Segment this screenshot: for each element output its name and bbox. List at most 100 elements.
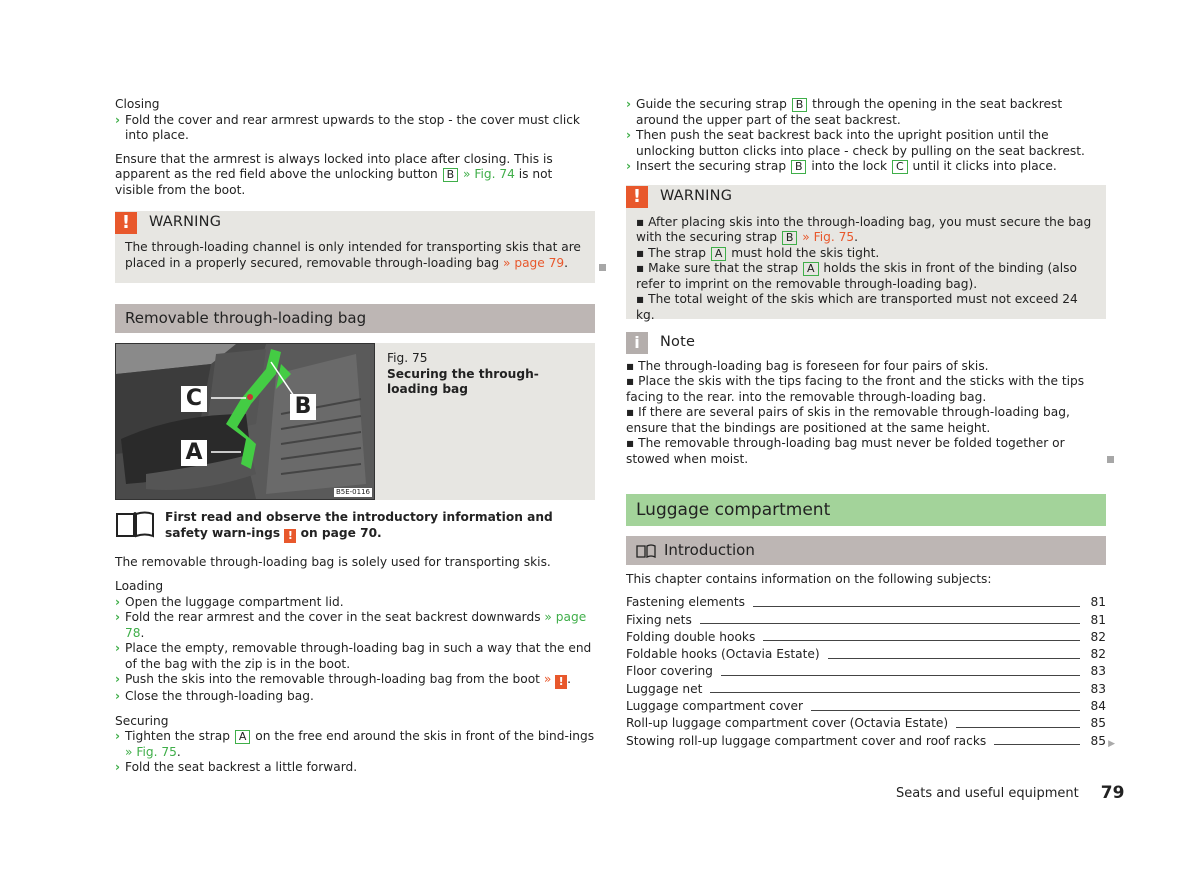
toc-page[interactable]: 84	[1088, 699, 1106, 715]
toc-title[interactable]: Folding double hooks	[626, 630, 755, 646]
toc-title[interactable]: Foldable hooks (Octavia Estate)	[626, 647, 820, 663]
section-title: Removable through-loading bag	[115, 304, 595, 333]
arrow-icon: ›	[115, 112, 121, 127]
toc-list: Fastening elements 81 Fixing nets 81 Folding…	[626, 594, 1106, 750]
toc-row[interactable]: Fixing nets 81	[626, 611, 1106, 628]
note-box: i Note ▪ The through-loading bag is fore…	[626, 331, 1114, 468]
toc-leader	[699, 623, 1080, 625]
loading-step: › Open the luggage compartment lid.	[115, 594, 344, 609]
intro-title: Introduction	[664, 541, 755, 559]
note-item: ▪ The through-loading bag is foreseen fo…	[626, 358, 989, 373]
loading-step: › Push the skis into the removable throug…	[115, 672, 572, 689]
closing-heading: Closing	[115, 97, 160, 111]
key-label: B	[442, 168, 459, 182]
key-label: B	[791, 98, 808, 112]
toc-row[interactable]: Stowing roll-up luggage compartment cove…	[626, 732, 1106, 749]
warning-icon: !	[626, 185, 648, 208]
toc-row[interactable]: Folding double hooks 82	[626, 628, 1106, 645]
figure-number: Fig. 75	[387, 351, 428, 365]
toc-row[interactable]: Luggage net 83	[626, 680, 1106, 697]
page-link[interactable]: » page 79	[503, 256, 564, 270]
loading-heading: Loading	[115, 579, 164, 593]
toc-title[interactable]: Stowing roll-up luggage compartment cove…	[626, 734, 986, 750]
toc-page[interactable]: 83	[1088, 664, 1106, 680]
warning-item: ▪ Make sure that the strap A holds the s…	[636, 261, 1077, 291]
toc-page[interactable]: 82	[1088, 630, 1106, 646]
figure-caption-box: Fig. 75 Securing the through-loading bag	[375, 343, 595, 500]
warning-icon: !	[115, 212, 137, 234]
toc-page[interactable]: 85	[1088, 716, 1106, 732]
continue-arrow-icon: ▶	[1108, 739, 1115, 749]
toc-leader	[763, 640, 1080, 642]
warning-icon: !	[284, 528, 297, 543]
page-footer: Seats and useful equipment 79	[896, 783, 1125, 803]
closing-step: › Fold the cover and rear armrest upward…	[115, 112, 580, 143]
warning-item: ▪ After placing skis into the through-lo…	[636, 214, 1092, 245]
toc-row[interactable]: Foldable hooks (Octavia Estate) 82	[626, 645, 1106, 662]
end-marker-icon	[599, 264, 606, 271]
warning-title: WARNING	[660, 187, 733, 204]
info-icon: i	[626, 331, 648, 354]
seat-illustration	[116, 344, 374, 499]
toc-page[interactable]: 85	[1088, 734, 1106, 750]
figure-label-a: A	[181, 440, 207, 466]
key-label: B	[790, 160, 807, 174]
toc-page[interactable]: 81	[1088, 613, 1106, 629]
securing-step: › Guide the securing strap B through the …	[626, 97, 1063, 127]
toc-title[interactable]: Fastening elements	[626, 595, 745, 611]
note-item: ▪ The removable through-loading bag must…	[626, 436, 1065, 466]
toc-title[interactable]: Luggage net	[626, 682, 702, 698]
toc-title[interactable]: Luggage compartment cover	[626, 699, 803, 715]
toc-row[interactable]: Fastening elements 81	[626, 594, 1106, 611]
toc-title[interactable]: Floor covering	[626, 664, 713, 680]
fig-link[interactable]: » Fig. 74	[463, 167, 515, 181]
note-item: ▪ If there are several pairs of skis in …	[626, 405, 1070, 435]
securing-step: › Fold the seat backrest a little forward…	[115, 760, 358, 774]
book-icon	[636, 543, 656, 558]
closing-paragraph: Ensure that the armrest is always locked…	[115, 151, 553, 197]
warning-box: ! WARNING The through-loading channel is…	[115, 211, 606, 283]
toc-page[interactable]: 81	[1088, 595, 1106, 611]
figure-label-b: B	[290, 394, 316, 420]
warning-list: ▪ After placing skis into the through-lo…	[636, 215, 1096, 324]
securing-heading: Securing	[115, 713, 169, 728]
warning-link[interactable]: »	[544, 672, 551, 686]
toc-leader	[710, 692, 1080, 694]
figure-label-c: C	[181, 386, 207, 412]
end-marker-icon	[1107, 456, 1114, 463]
left-column: Closing › Fold the cover and rear armres…	[115, 97, 606, 776]
warning-icon: !	[555, 675, 568, 689]
chapter-title: Luggage compartment	[626, 494, 1106, 526]
figure-image: C B A B5E-0116	[115, 343, 375, 500]
toc-row[interactable]: Luggage compartment cover 84	[626, 697, 1106, 714]
warning-item: ▪ The strap A must hold the skis tight.	[636, 245, 880, 261]
note-title: Note	[660, 333, 696, 350]
securing-step: › Then push the seat backrest back into t…	[626, 128, 1085, 158]
page-number: 79	[1100, 783, 1125, 803]
toc-leader	[720, 674, 1080, 676]
warning-item: ▪ The total weight of the skis which are…	[636, 292, 1078, 322]
toc-leader	[827, 657, 1080, 659]
toc-row[interactable]: Floor covering 83	[626, 663, 1106, 680]
loading-step: › Place the empty, removable through-load…	[115, 641, 592, 671]
securing-step: › Tighten the strap A on the free end aro…	[115, 729, 595, 759]
figure: C B A B5E-0116 Fig. 75 Securing the thro…	[115, 343, 595, 500]
fig-link[interactable]: » Fig. 75	[125, 745, 177, 759]
toc-leader	[994, 744, 1080, 746]
right-column: › Guide the securing strap B through the …	[626, 97, 1115, 750]
toc-page[interactable]: 82	[1088, 647, 1106, 663]
toc-row[interactable]: Roll-up luggage compartment cover (Octav…	[626, 715, 1106, 732]
toc-leader	[956, 726, 1080, 728]
solely-used-text: The removable through-loading bag is sol…	[115, 554, 551, 569]
toc-title[interactable]: Fixing nets	[626, 613, 692, 629]
note-item: ▪ Place the skis with the tips facing to…	[626, 374, 1085, 404]
toc-title[interactable]: Roll-up luggage compartment cover (Octav…	[626, 716, 948, 732]
key-label: A	[234, 730, 251, 744]
toc-leader	[753, 605, 1080, 607]
fig-link[interactable]: » Fig. 75	[802, 230, 854, 244]
toc-page[interactable]: 83	[1088, 682, 1106, 698]
loading-step: › Fold the rear armrest and the cover in …	[115, 610, 587, 640]
warning-box: ! WARNING ▪ After placing skis into the …	[626, 184, 1106, 322]
loading-step: › Close the through-loading bag.	[115, 689, 314, 703]
key-label: C	[891, 160, 908, 174]
